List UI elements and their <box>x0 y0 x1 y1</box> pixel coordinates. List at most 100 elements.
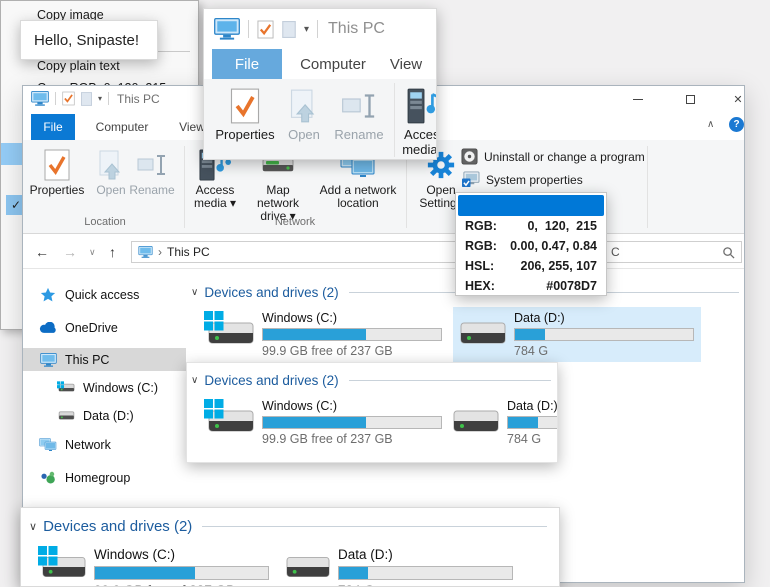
tab-computer[interactable]: Computer <box>83 114 161 140</box>
drive-icon <box>459 311 507 355</box>
open-button[interactable]: Open <box>93 146 129 197</box>
uninstall-program-button[interactable]: Uninstall or change a program <box>461 148 645 165</box>
pasted-snip-drives[interactable]: ∨ Devices and drives (2) Windows (C:) 99… <box>186 362 558 463</box>
capacity-bar <box>507 416 558 429</box>
sidebar-item-onedrive[interactable]: OneDrive <box>23 316 186 339</box>
map-network-drive-label-1: Map network <box>245 184 311 210</box>
blank-doc-icon[interactable] <box>81 92 92 106</box>
history-chevron-icon[interactable]: ∨ <box>89 235 96 269</box>
color-info-panel[interactable]: RGB: 0, 120, 215 RGB: 0.00, 0.47, 0.84 H… <box>455 192 607 296</box>
drive-tile-data-d[interactable]: Data (D:) 784 G <box>453 307 701 362</box>
drive-free-space: 784 G <box>338 583 513 587</box>
properties-qat-icon[interactable] <box>62 91 75 106</box>
properties-button: Properties <box>214 85 276 142</box>
drive-name: Windows (C:) <box>94 546 269 564</box>
devices-section-copy: ∨ Devices and drives (2) Windows (C:) 99… <box>191 371 551 450</box>
section-rule <box>349 380 551 381</box>
section-title: Devices and drives (2) <box>43 518 192 535</box>
tab-file[interactable]: File <box>31 114 75 140</box>
rename-icon <box>341 85 377 127</box>
open-button: Open <box>282 85 326 142</box>
sidebar-item-quick-access[interactable]: Quick access <box>23 283 186 306</box>
drive-tile-windows-c: Windows (C:) 99.9 GB free of 237 GB <box>201 395 442 450</box>
color-row-label: HEX: <box>465 279 495 293</box>
minimize-button[interactable] <box>623 88 653 110</box>
color-row-value: #0078D7 <box>546 279 597 293</box>
drive-free-space: 99.9 GB free of 237 GB <box>94 583 269 587</box>
qat-dropdown-icon[interactable]: ▾ <box>98 94 102 103</box>
color-row-hex: HEX: #0078D7 <box>458 276 604 296</box>
color-row-label: RGB: <box>465 219 497 233</box>
properties-button[interactable]: Properties <box>33 146 81 197</box>
capacity-bar <box>262 328 442 341</box>
close-button[interactable]: ✕ <box>723 88 753 110</box>
rename-label: Rename <box>334 127 383 142</box>
sidebar-item-this-pc[interactable]: This PC <box>23 348 186 371</box>
color-row-hsl: HSL: 206, 255, 107 <box>458 256 604 276</box>
breadcrumb-separator: › <box>158 245 162 259</box>
search-icon[interactable] <box>722 246 735 259</box>
up-icon[interactable]: ↑ <box>109 235 116 269</box>
drive-icon <box>57 410 75 421</box>
section-header: ∨ Devices and drives (2) <box>29 516 547 536</box>
drive-name: Windows (C:) <box>262 311 442 326</box>
drive-tile-windows-c[interactable]: Windows (C:) 99.9 GB free of 237 GB <box>201 307 449 362</box>
maximize-button[interactable] <box>675 88 705 110</box>
uninstall-program-icon <box>461 148 478 165</box>
pasted-snip-hello[interactable]: Hello, Snipaste! <box>20 20 158 60</box>
tab-file: File <box>212 49 282 79</box>
sidebar-item-windows-c[interactable]: Windows (C:) <box>23 376 186 399</box>
uninstall-program-label: Uninstall or change a program <box>484 150 645 164</box>
back-icon[interactable]: ← <box>35 235 49 269</box>
drive-icon <box>285 546 331 587</box>
capacity-bar <box>262 416 442 429</box>
collapse-section-icon[interactable]: ∨ <box>191 287 198 298</box>
rename-button[interactable]: Rename <box>129 146 175 197</box>
search-text: C <box>611 245 620 259</box>
pasted-snip-drives-large[interactable]: ∨ Devices and drives (2) Windows (C:) 99… <box>20 507 560 587</box>
sidebar-item-homegroup[interactable]: Homegroup <box>23 466 186 489</box>
collapse-ribbon-icon[interactable]: ∧ <box>707 119 714 130</box>
color-row-value: 206, 255, 107 <box>521 259 597 273</box>
access-media-button: Access media ▾ <box>400 85 437 157</box>
star-icon <box>39 287 57 303</box>
system-properties-button[interactable]: System properties <box>461 171 583 188</box>
window-title: This PC <box>117 92 160 106</box>
drive-name: Windows (C:) <box>262 399 442 414</box>
divider <box>317 20 318 38</box>
divider <box>55 92 56 105</box>
drive-tile-windows-c: Windows (C:) 99.9 GB free of 237 GB <box>39 542 279 587</box>
pasted-snip-titlebar[interactable]: ▾ This PC File Computer View Properties … <box>203 8 437 160</box>
color-row-label: RGB: <box>465 239 497 253</box>
color-row-value: 0.00, 0.47, 0.84 <box>510 239 597 253</box>
color-row-rgb: RGB: 0, 120, 215 <box>458 216 604 236</box>
properties-qat-icon <box>257 20 274 39</box>
properties-icon <box>44 146 70 184</box>
help-icon[interactable]: ? <box>729 117 744 132</box>
search-input[interactable]: C <box>604 241 742 263</box>
network-icon <box>39 438 57 452</box>
drive-tile-data-d: Data (D:) 784 G <box>283 542 523 587</box>
devices-section-copy-large: ∨ Devices and drives (2) Windows (C:) 99… <box>29 516 547 587</box>
properties-label: Properties <box>215 127 274 142</box>
quick-access-toolbar: ▾ This PC <box>214 18 385 40</box>
qat-dropdown-icon: ▾ <box>304 24 309 35</box>
forward-icon[interactable]: → <box>63 235 77 269</box>
window-title: This PC <box>328 20 385 38</box>
drive-name: Data (D:) <box>507 399 558 414</box>
address-computer-icon <box>138 246 153 258</box>
windows-drive-icon <box>57 381 75 394</box>
tab-computer: Computer <box>290 49 376 79</box>
drive-icon <box>452 399 500 443</box>
open-icon <box>99 146 123 184</box>
section-title: Devices and drives (2) <box>204 373 338 388</box>
breadcrumb[interactable]: This PC <box>167 245 210 259</box>
collapse-section-icon: ∨ <box>191 375 198 386</box>
cloud-icon <box>39 322 57 334</box>
sidebar-item-data-d[interactable]: Data (D:) <box>23 404 186 427</box>
collapse-section-icon: ∨ <box>29 520 37 533</box>
system-properties-icon <box>461 171 480 188</box>
section-rule <box>202 526 547 527</box>
sidebar-item-network[interactable]: Network <box>23 433 186 456</box>
drive-free-space: 99.9 GB free of 237 GB <box>262 344 442 358</box>
